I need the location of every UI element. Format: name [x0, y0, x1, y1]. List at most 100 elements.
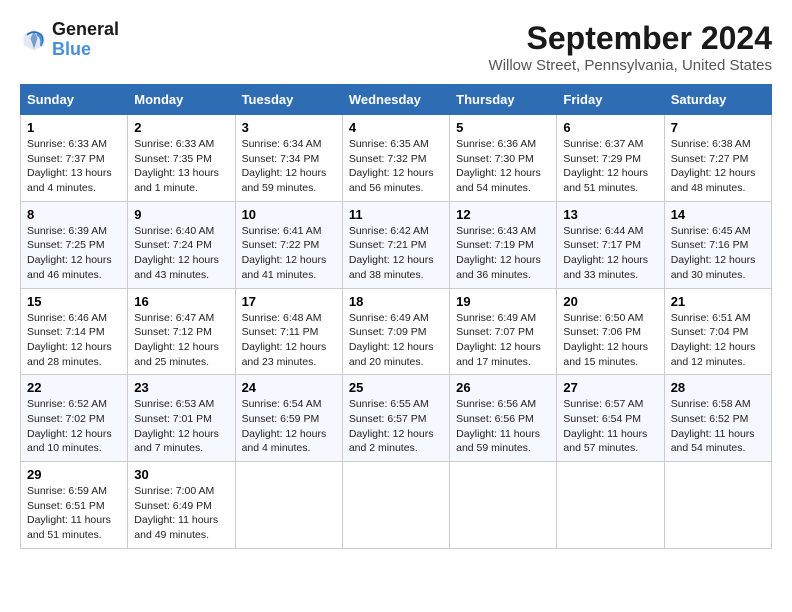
day-info: Sunrise: 6:58 AMSunset: 6:52 PMDaylight:… — [671, 397, 765, 456]
page-header: GeneralBlue September 2024 Willow Street… — [20, 20, 772, 74]
day-info: Sunrise: 6:46 AMSunset: 7:14 PMDaylight:… — [27, 311, 121, 370]
day-info: Sunrise: 6:56 AMSunset: 6:56 PMDaylight:… — [456, 397, 550, 456]
table-row: 12 Sunrise: 6:43 AMSunset: 7:19 PMDayligh… — [450, 201, 557, 288]
table-row: 25 Sunrise: 6:55 AMSunset: 6:57 PMDayligh… — [342, 375, 449, 462]
day-number: 13 — [563, 207, 657, 222]
col-thursday: Thursday — [450, 85, 557, 115]
title-section: September 2024 Willow Street, Pennsylvan… — [489, 20, 772, 74]
day-info: Sunrise: 6:41 AMSunset: 7:22 PMDaylight:… — [242, 224, 336, 283]
calendar-header-row: Sunday Monday Tuesday Wednesday Thursday… — [21, 85, 772, 115]
day-number: 9 — [134, 207, 228, 222]
col-friday: Friday — [557, 85, 664, 115]
day-number: 28 — [671, 380, 765, 395]
day-info: Sunrise: 6:43 AMSunset: 7:19 PMDaylight:… — [456, 224, 550, 283]
day-info: Sunrise: 6:52 AMSunset: 7:02 PMDaylight:… — [27, 397, 121, 456]
day-number: 2 — [134, 120, 228, 135]
table-row: 15Sunrise: 6:46 AMSunset: 7:14 PMDayligh… — [21, 288, 128, 375]
day-info: Sunrise: 6:49 AMSunset: 7:09 PMDaylight:… — [349, 311, 443, 370]
day-info: Sunrise: 6:33 AMSunset: 7:35 PMDaylight:… — [134, 137, 228, 196]
day-info: Sunrise: 6:54 AMSunset: 6:59 PMDaylight:… — [242, 397, 336, 456]
calendar-week-row: 15Sunrise: 6:46 AMSunset: 7:14 PMDayligh… — [21, 288, 772, 375]
day-number: 12 — [456, 207, 550, 222]
day-number: 24 — [242, 380, 336, 395]
table-row: 13 Sunrise: 6:44 AMSunset: 7:17 PMDayligh… — [557, 201, 664, 288]
table-row: 6 Sunrise: 6:37 AMSunset: 7:29 PMDaylight… — [557, 115, 664, 202]
day-info: Sunrise: 7:00 AMSunset: 6:49 PMDaylight:… — [134, 484, 228, 543]
day-number: 29 — [27, 467, 121, 482]
day-number: 1 — [27, 120, 121, 135]
day-number: 6 — [563, 120, 657, 135]
day-number: 23 — [134, 380, 228, 395]
day-number: 4 — [349, 120, 443, 135]
day-info: Sunrise: 6:37 AMSunset: 7:29 PMDaylight:… — [563, 137, 657, 196]
col-saturday: Saturday — [664, 85, 771, 115]
table-row: 2 Sunrise: 6:33 AMSunset: 7:35 PMDaylight… — [128, 115, 235, 202]
day-number: 5 — [456, 120, 550, 135]
table-row — [235, 462, 342, 549]
table-row — [342, 462, 449, 549]
day-number: 16 — [134, 294, 228, 309]
calendar-week-row: 1 Sunrise: 6:33 AMSunset: 7:37 PMDaylight… — [21, 115, 772, 202]
col-monday: Monday — [128, 85, 235, 115]
col-wednesday: Wednesday — [342, 85, 449, 115]
day-number: 7 — [671, 120, 765, 135]
day-number: 25 — [349, 380, 443, 395]
table-row: 3Sunrise: 6:34 AMSunset: 7:34 PMDaylight… — [235, 115, 342, 202]
table-row: 1 Sunrise: 6:33 AMSunset: 7:37 PMDaylight… — [21, 115, 128, 202]
table-row: 14 Sunrise: 6:45 AMSunset: 7:16 PMDayligh… — [664, 201, 771, 288]
day-number: 26 — [456, 380, 550, 395]
table-row: 28 Sunrise: 6:58 AMSunset: 6:52 PMDayligh… — [664, 375, 771, 462]
day-number: 3 — [242, 120, 336, 135]
day-info: Sunrise: 6:39 AMSunset: 7:25 PMDaylight:… — [27, 224, 121, 283]
calendar-subtitle: Willow Street, Pennsylvania, United Stat… — [489, 57, 772, 74]
day-info: Sunrise: 6:51 AMSunset: 7:04 PMDaylight:… — [671, 311, 765, 370]
table-row: 16 Sunrise: 6:47 AMSunset: 7:12 PMDayligh… — [128, 288, 235, 375]
day-number: 19 — [456, 294, 550, 309]
table-row: 26 Sunrise: 6:56 AMSunset: 6:56 PMDayligh… — [450, 375, 557, 462]
calendar-title: September 2024 — [489, 20, 772, 57]
day-info: Sunrise: 6:55 AMSunset: 6:57 PMDaylight:… — [349, 397, 443, 456]
table-row: 29 Sunrise: 6:59 AMSunset: 6:51 PMDayligh… — [21, 462, 128, 549]
calendar-week-row: 29 Sunrise: 6:59 AMSunset: 6:51 PMDayligh… — [21, 462, 772, 549]
day-info: Sunrise: 6:45 AMSunset: 7:16 PMDaylight:… — [671, 224, 765, 283]
day-number: 20 — [563, 294, 657, 309]
day-number: 11 — [349, 207, 443, 222]
table-row: 22 Sunrise: 6:52 AMSunset: 7:02 PMDayligh… — [21, 375, 128, 462]
day-info: Sunrise: 6:42 AMSunset: 7:21 PMDaylight:… — [349, 224, 443, 283]
table-row: 20Sunrise: 6:50 AMSunset: 7:06 PMDayligh… — [557, 288, 664, 375]
day-info: Sunrise: 6:59 AMSunset: 6:51 PMDaylight:… — [27, 484, 121, 543]
table-row: 11 Sunrise: 6:42 AMSunset: 7:21 PMDayligh… — [342, 201, 449, 288]
day-number: 18 — [349, 294, 443, 309]
table-row — [450, 462, 557, 549]
day-info: Sunrise: 6:35 AMSunset: 7:32 PMDaylight:… — [349, 137, 443, 196]
logo-text: GeneralBlue — [52, 20, 119, 60]
day-info: Sunrise: 6:40 AMSunset: 7:24 PMDaylight:… — [134, 224, 228, 283]
day-info: Sunrise: 6:44 AMSunset: 7:17 PMDaylight:… — [563, 224, 657, 283]
day-info: Sunrise: 6:38 AMSunset: 7:27 PMDaylight:… — [671, 137, 765, 196]
day-info: Sunrise: 6:57 AMSunset: 6:54 PMDaylight:… — [563, 397, 657, 456]
table-row — [557, 462, 664, 549]
table-row: 4 Sunrise: 6:35 AMSunset: 7:32 PMDaylight… — [342, 115, 449, 202]
table-row: 8 Sunrise: 6:39 AMSunset: 7:25 PMDaylight… — [21, 201, 128, 288]
day-info: Sunrise: 6:36 AMSunset: 7:30 PMDaylight:… — [456, 137, 550, 196]
calendar-week-row: 22 Sunrise: 6:52 AMSunset: 7:02 PMDayligh… — [21, 375, 772, 462]
day-number: 21 — [671, 294, 765, 309]
logo: GeneralBlue — [20, 20, 119, 60]
table-row: 17Sunrise: 6:48 AMSunset: 7:11 PMDayligh… — [235, 288, 342, 375]
table-row: 24 Sunrise: 6:54 AMSunset: 6:59 PMDayligh… — [235, 375, 342, 462]
calendar-table: Sunday Monday Tuesday Wednesday Thursday… — [20, 84, 772, 549]
table-row: 23Sunrise: 6:53 AMSunset: 7:01 PMDayligh… — [128, 375, 235, 462]
day-number: 30 — [134, 467, 228, 482]
day-number: 8 — [27, 207, 121, 222]
table-row — [664, 462, 771, 549]
logo-icon — [20, 26, 48, 54]
day-info: Sunrise: 6:33 AMSunset: 7:37 PMDaylight:… — [27, 137, 121, 196]
table-row: 27Sunrise: 6:57 AMSunset: 6:54 PMDayligh… — [557, 375, 664, 462]
table-row: 5 Sunrise: 6:36 AMSunset: 7:30 PMDaylight… — [450, 115, 557, 202]
day-number: 14 — [671, 207, 765, 222]
table-row: 30 Sunrise: 7:00 AMSunset: 6:49 PMDayligh… — [128, 462, 235, 549]
day-number: 22 — [27, 380, 121, 395]
table-row: 21 Sunrise: 6:51 AMSunset: 7:04 PMDayligh… — [664, 288, 771, 375]
table-row: 19Sunrise: 6:49 AMSunset: 7:07 PMDayligh… — [450, 288, 557, 375]
day-info: Sunrise: 6:47 AMSunset: 7:12 PMDaylight:… — [134, 311, 228, 370]
